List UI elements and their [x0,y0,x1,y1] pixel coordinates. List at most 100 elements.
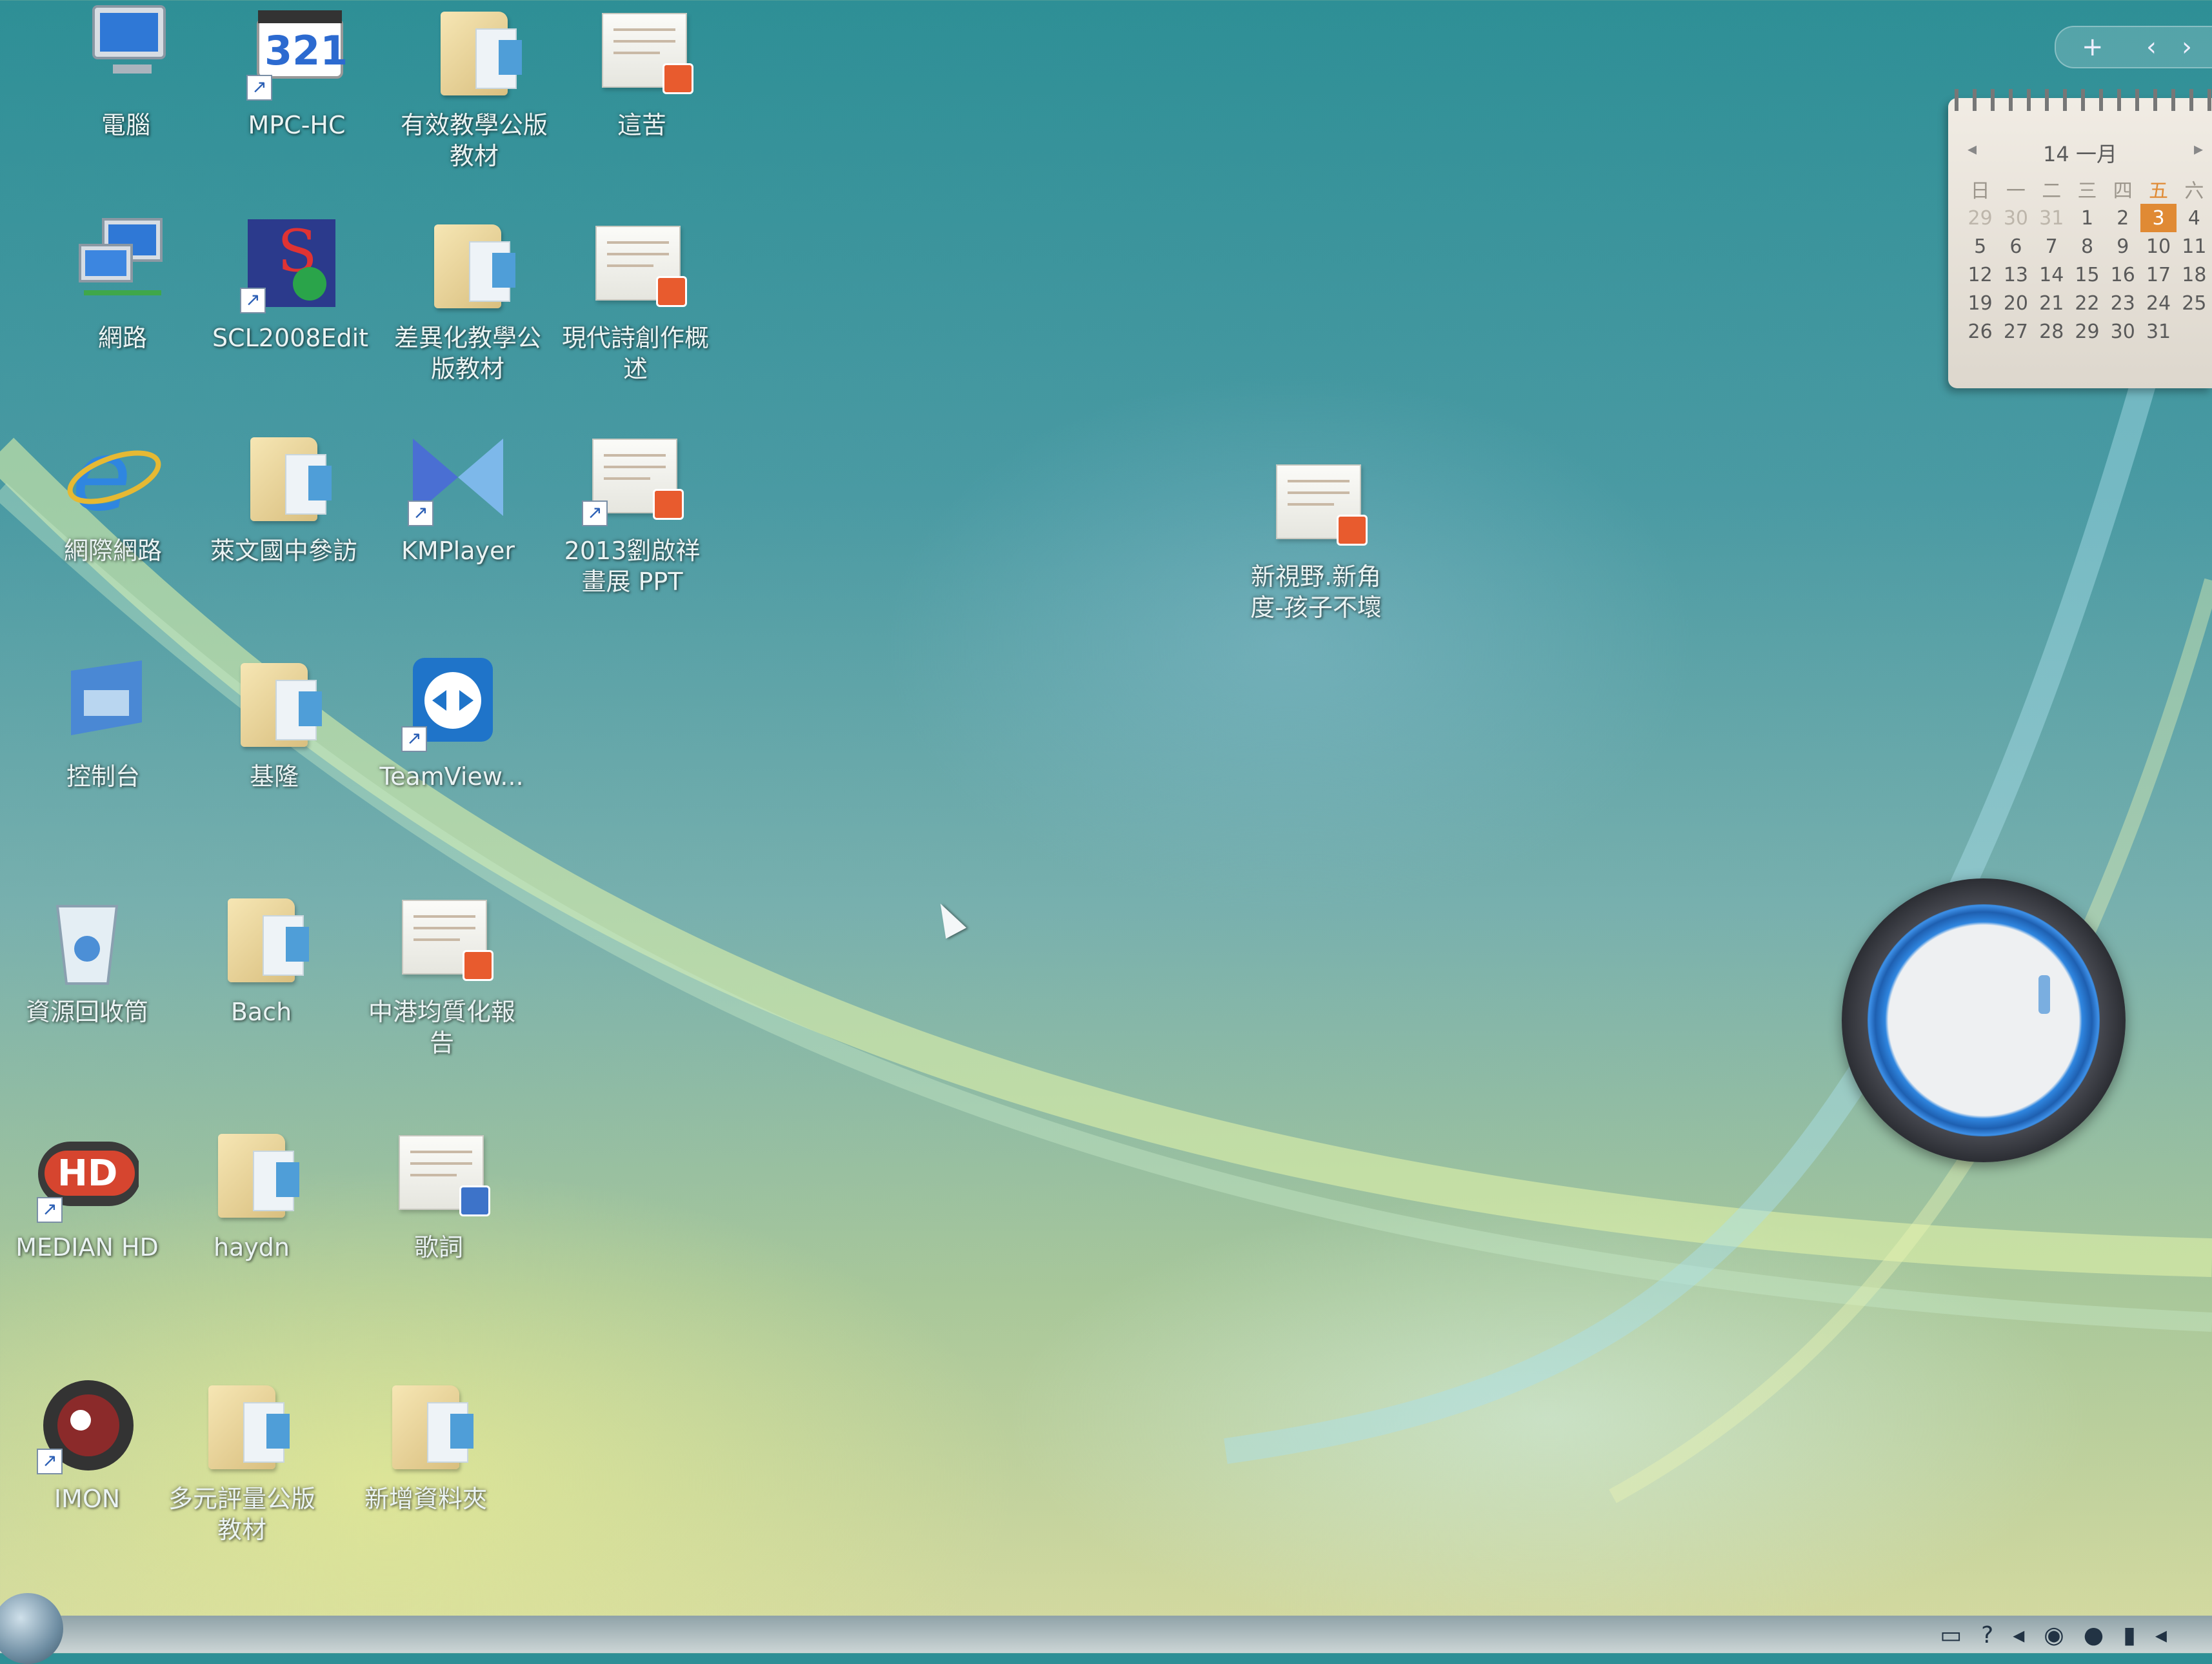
add-gadget-button[interactable]: + [2082,32,2104,62]
desktop-icon-label: 中港均質化報 告 [368,998,515,1057]
folder-icon [374,1374,477,1477]
svg-text:HD: HD [57,1153,117,1194]
calendar-day[interactable]: 25 [2177,289,2212,317]
calendar-gadget[interactable]: ◂ 14 一月 ▸ 日一二三四五六 29 30 31 1 2 3 4 5 6 7 8 9 10 11 12 13… [1948,89,2212,388]
desktop-icon-imon[interactable]: ↗ IMON [0,1374,174,1514]
desktop-icon-median-hd[interactable]: HD ↗ MEDIAN HD [0,1122,174,1263]
calendar-day[interactable]: 17 [2140,261,2176,289]
folder-icon [223,651,326,755]
calendar-day[interactable]: 28 [2034,317,2069,346]
desktop-icon-powerpoint[interactable]: ↗ 2013劉啟祥 畫展 PPT [545,426,719,597]
mouse-cursor-icon [930,898,967,939]
calendar-day[interactable]: 29 [2069,317,2105,346]
calendar-day[interactable]: 3 [2140,204,2177,232]
system-tray[interactable]: ▭?◂◉●▮◂ [1940,1622,2186,1649]
desktop-icon-label: Bach [230,998,292,1026]
desktop-icon-computer[interactable]: 電腦 [39,0,213,141]
calendar-day[interactable]: 23 [2105,289,2140,317]
calendar-day[interactable]: 5 [1962,232,1998,261]
calendar-grid: 日一二三四五六 29 30 31 1 2 3 4 5 6 7 8 9 10 11 12 13 14 15 16 17 18… [1962,174,2212,346]
desktop-icon-label: 控制台 [66,762,140,791]
calendar-day[interactable]: 11 [2177,232,2212,261]
desktop-icon-folder[interactable]: 萊文國中參訪 [197,426,371,566]
desktop-icon-control-panel[interactable]: 控制台 [16,651,190,792]
shortcut-arrow-icon: ↗ [246,75,272,101]
calendar-day[interactable]: 8 [2069,232,2105,261]
folder-icon [210,887,313,990]
control-panel-icon [52,651,155,755]
calendar-day[interactable]: 1 [2069,204,2105,232]
calendar-day[interactable]: 19 [1962,289,1998,317]
shortcut-arrow-icon: ↗ [401,726,427,752]
calendar-weekday: 日 [1970,180,1990,203]
calendar-day[interactable]: 6 [1998,232,2033,261]
calendar-day[interactable]: 10 [2140,232,2176,261]
calendar-day[interactable]: 4 [2177,204,2212,232]
calendar-day[interactable]: 22 [2069,289,2105,317]
calendar-day[interactable]: 24 [2140,289,2176,317]
folder-icon [232,426,335,529]
desktop-icon-kmplayer[interactable]: ↗ KMPlayer [371,426,545,566]
calendar-day[interactable]: 2 [2105,204,2140,232]
calendar-day[interactable]: 13 [1998,261,2033,289]
desktop-icon-document[interactable]: 中港均質化報 告 [355,887,529,1058]
desktop-icon-document[interactable]: 新視野.新角 度-孩子不壞 [1229,451,1403,623]
calendar-day[interactable]: 12 [1962,261,1998,289]
next-gadget-button[interactable]: › [2182,32,2192,62]
desktop-icon-document[interactable]: 這苦 [555,0,729,141]
calendar-day[interactable]: 30 [1998,204,2033,232]
prev-gadget-button[interactable]: ‹ [2146,32,2157,62]
document-icon [1264,451,1368,555]
powerpoint-icon: ↗ [581,426,684,529]
imon-icon: ↗ [35,1374,139,1477]
shortcut-arrow-icon: ↗ [582,500,608,526]
desktop-icon-folder[interactable]: 基隆 [187,651,361,792]
desktop-icon-document[interactable]: 現代詩創作概 述 [548,213,722,384]
calendar-day[interactable]: 31 [2140,317,2176,346]
desktop-icon-folder[interactable]: 多元評量公版 教材 [155,1374,329,1545]
clock-hand [2038,975,2050,1014]
folder-icon [190,1374,294,1477]
calendar-day[interactable]: 29 [1962,204,1998,232]
shortcut-arrow-icon: ↗ [37,1449,63,1474]
desktop-icon-label: 電腦 [101,111,150,139]
folder-icon [416,213,519,316]
mpc-hc-icon: 321 ↗ [245,0,348,103]
calendar-day[interactable]: 26 [1962,317,1998,346]
calendar-day[interactable]: 27 [1998,317,2033,346]
calendar-day[interactable]: 14 [2034,261,2069,289]
calendar-day[interactable]: 30 [2105,317,2140,346]
desktop-icon-mpc-hc[interactable]: 321 ↗ MPC-HC [210,0,384,141]
calendar-day[interactable]: 15 [2069,261,2105,289]
desktop-icon-folder[interactable]: 有效教學公版 教材 [387,0,561,172]
calendar-day[interactable]: 7 [2034,232,2069,261]
desktop-icon-network[interactable]: 網路 [35,213,210,353]
calendar-weekday: 一 [2006,180,2026,203]
desktop-icon-recycle-bin[interactable]: 資源回收筒 [0,887,174,1027]
calendar-day[interactable]: 31 [2034,204,2069,232]
desktop-icon-label: SCL2008Edit [212,324,369,352]
calendar-next-button[interactable]: ▸ [2194,138,2203,159]
calendar-day[interactable] [2177,317,2212,346]
calendar-day[interactable]: 18 [2177,261,2212,289]
desktop-icon-label: haydn [213,1233,290,1262]
taskbar: ▭?◂◉●▮◂ [0,1616,2212,1653]
calendar-day[interactable]: 20 [1998,289,2033,317]
desktop-icon-folder[interactable]: Bach [174,887,348,1027]
calendar-day[interactable]: 16 [2105,261,2140,289]
desktop-icon-teamviewer[interactable]: ↗ TeamView... [364,651,539,792]
document-icon [390,887,493,990]
desktop-icon-word-document[interactable]: 歌詞 [352,1122,526,1263]
calendar-weekday: 三 [2077,180,2097,203]
desktop-icon-folder[interactable]: 差異化教學公 版教材 [381,213,555,384]
calendar-day[interactable]: 9 [2105,232,2140,261]
desktop-icon-folder[interactable]: 新增資料夾 [339,1374,513,1514]
calendar-day[interactable]: 21 [2034,289,2069,317]
document-icon [584,213,687,316]
desktop-icon-internet-explorer[interactable]: e 網際網路 [26,421,200,566]
calendar-weekday: 四 [2113,180,2133,203]
desktop-icon-scl2008edit[interactable]: S ↗ SCL2008Edit [203,213,377,353]
clock-gadget[interactable] [1842,878,2126,1162]
desktop-icon-folder[interactable]: haydn [164,1122,339,1263]
start-button[interactable] [0,1593,63,1664]
